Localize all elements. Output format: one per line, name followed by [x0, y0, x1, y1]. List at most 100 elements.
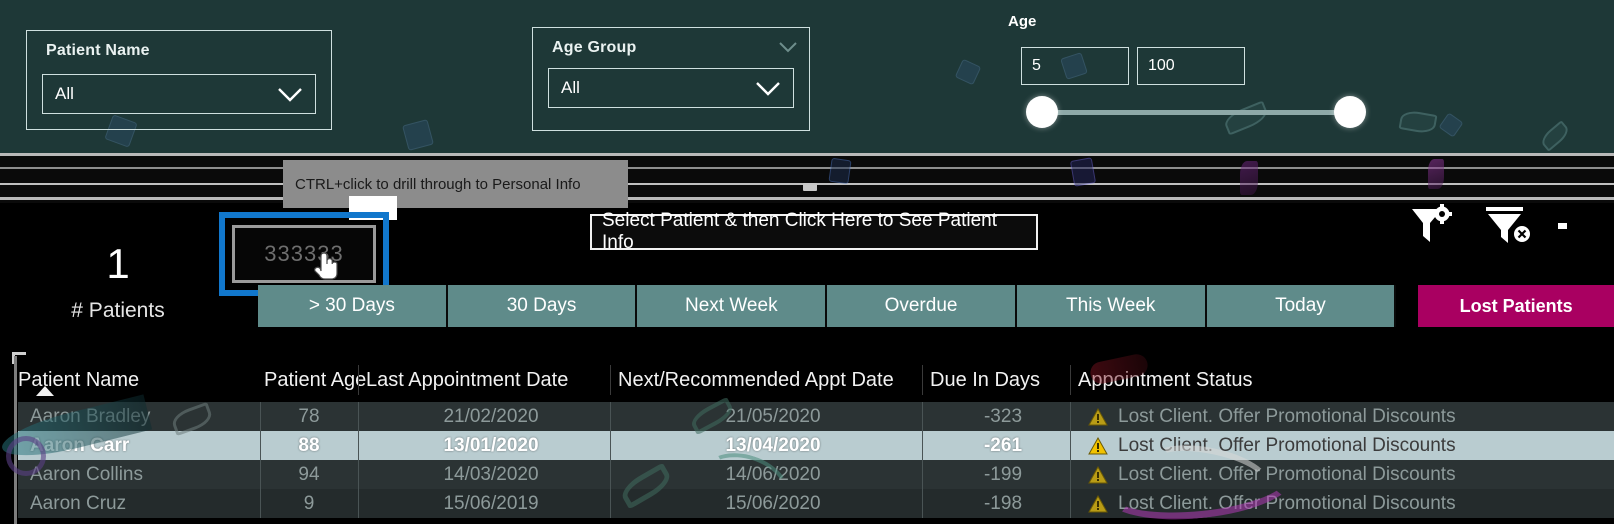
- nav-button-label: 30 Days: [506, 295, 577, 316]
- nav-button-label: This Week: [1066, 295, 1156, 316]
- cell-divider: [1070, 460, 1071, 489]
- table-header-row: Patient Name Patient Age Last Appointment …: [18, 358, 1614, 402]
- filter-band: Patient Name All Age Group All Age 5 100: [0, 0, 1614, 153]
- sort-ascending-icon[interactable]: [36, 386, 54, 396]
- patients-kpi-value: 1: [106, 240, 130, 287]
- nav-button-label: > 30 Days: [308, 295, 395, 316]
- chevron-down-icon: [755, 81, 781, 96]
- cell-divider: [922, 402, 923, 431]
- decorative-diamond-icon: [954, 58, 982, 86]
- cell-divider: [1070, 431, 1071, 460]
- clear-filter-icon[interactable]: [1483, 202, 1535, 253]
- decorative-leaf-icon: [1538, 120, 1572, 152]
- horizontal-scroll-band[interactable]: [0, 153, 1614, 203]
- cell-divider: [358, 489, 359, 518]
- cell-divider: [260, 431, 261, 460]
- cell-divider: [1070, 402, 1071, 431]
- nav-button-overdue[interactable]: Overdue: [827, 285, 1017, 327]
- dashboard-root: Patient Name All Age Group All Age 5 100: [0, 0, 1614, 524]
- column-header-last-appointment-date[interactable]: Last Appointment Date: [366, 369, 568, 392]
- nav-button-next-week[interactable]: Next Week: [637, 285, 828, 327]
- cell-appointment-status: Lost Client. Offer Promotional Discounts: [1078, 435, 1614, 457]
- nav-button-label: Next Week: [685, 295, 778, 316]
- age-group-collapse-icon[interactable]: [779, 40, 797, 56]
- table-row[interactable]: Aaron Collins 94 14/03/2020 14/06/2020 -199 L…: [18, 460, 1614, 489]
- cell-next-appt-date: 15/06/2020: [725, 492, 821, 514]
- warning-triangle-icon: [1088, 465, 1108, 483]
- status-text: Lost Client. Offer Promotional Discounts: [1118, 463, 1456, 485]
- warning-triangle-icon: [1088, 494, 1108, 512]
- decorative-shape: [1428, 159, 1444, 189]
- cell-last-appointment-date: 15/06/2019: [443, 492, 539, 514]
- decorative-diamond-icon: [1438, 112, 1464, 138]
- decorative-diamond-icon: [402, 119, 434, 151]
- nav-button-30-days[interactable]: 30 Days: [447, 285, 638, 327]
- warning-triangle-icon: [1088, 407, 1108, 425]
- decorative-diamond-icon: [828, 157, 852, 185]
- column-divider: [610, 365, 611, 395]
- filter-settings-icon[interactable]: [1408, 202, 1454, 253]
- cell-divider: [260, 489, 261, 518]
- table-row[interactable]: Aaron Cruz 9 15/06/2019 15/06/2020 -198 Lost …: [18, 489, 1614, 518]
- patients-kpi-label: # Patients: [71, 299, 165, 322]
- cell-appointment-status: Lost Client. Offer Promotional Discounts: [1078, 493, 1614, 515]
- hand-pointer-cursor: [314, 252, 338, 280]
- scrollbar-thumb[interactable]: [803, 183, 817, 191]
- patient-name-slicer-title: Patient Name: [46, 42, 150, 59]
- table-row[interactable]: Aaron Carr 88 13/01/2020 13/04/2020 -261 Lost…: [18, 431, 1614, 460]
- age-max-input[interactable]: 100: [1137, 47, 1245, 85]
- decorative-leaf-icon: [1398, 109, 1438, 135]
- cell-appointment-status: Lost Client. Offer Promotional Discounts: [1078, 464, 1614, 486]
- cell-divider: [610, 402, 611, 431]
- cell-patient-age: 9: [303, 492, 315, 514]
- column-header-patient-age[interactable]: Patient Age: [264, 369, 366, 392]
- more-options-icon[interactable]: [1556, 216, 1576, 241]
- age-slider-label: Age: [1008, 13, 1037, 30]
- cell-divider: [610, 460, 611, 489]
- age-group-dropdown[interactable]: All: [548, 68, 794, 108]
- cell-divider: [358, 402, 359, 431]
- appointment-filter-button-row: > 30 Days 30 Days Next Week Overdue This Wee…: [258, 285, 1614, 327]
- column-divider: [358, 365, 359, 395]
- cell-divider: [358, 431, 359, 460]
- cell-divider: [922, 431, 923, 460]
- age-min-input[interactable]: 5: [1021, 47, 1129, 85]
- nav-button-this-week[interactable]: This Week: [1016, 285, 1207, 327]
- cell-patient-age: 94: [298, 463, 320, 485]
- cell-appointment-status: Lost Client. Offer Promotional Discounts: [1078, 406, 1614, 428]
- age-slider-track[interactable]: [1044, 110, 1354, 115]
- age-group-selected-value: All: [561, 78, 580, 97]
- drillthrough-tooltip: CTRL+click to drill through to Personal …: [283, 160, 628, 208]
- status-text: Lost Client. Offer Promotional Discounts: [1118, 434, 1456, 456]
- cell-patient-name: Aaron Carr: [30, 434, 130, 456]
- table-row[interactable]: Aaron Bradley 78 21/02/2020 21/05/2020 -323 L…: [18, 402, 1614, 431]
- cell-divider: [1070, 489, 1071, 518]
- cell-last-appointment-date: 14/03/2020: [443, 463, 539, 485]
- chevron-down-icon: [277, 87, 303, 102]
- table-left-rail: [14, 356, 17, 524]
- age-slider-min-handle[interactable]: [1026, 96, 1058, 128]
- cell-patient-age: 88: [298, 434, 320, 456]
- nav-button-today[interactable]: Today: [1206, 285, 1397, 327]
- column-divider: [922, 365, 923, 395]
- age-group-slicer-title: Age Group: [552, 39, 637, 56]
- cell-next-appt-date: 13/04/2020: [725, 434, 821, 456]
- cell-divider: [922, 489, 923, 518]
- cell-next-appt-date: 14/06/2020: [725, 463, 821, 485]
- cell-divider: [922, 460, 923, 489]
- warning-triangle-icon: [1088, 436, 1108, 454]
- age-slider-max-handle[interactable]: [1334, 96, 1366, 128]
- column-header-next-recommended-appt-date[interactable]: Next/Recommended Appt Date: [618, 369, 894, 392]
- drillthrough-button[interactable]: 333333: [232, 225, 376, 283]
- nav-button-lost-patients[interactable]: Lost Patients: [1418, 285, 1614, 327]
- nav-button-30-days[interactable]: > 30 Days: [258, 285, 448, 327]
- column-header-due-in-days[interactable]: Due In Days: [930, 369, 1040, 392]
- cell-last-appointment-date: 21/02/2020: [443, 405, 539, 427]
- cell-due-in-days: -261: [983, 434, 1023, 456]
- patient-name-selected-value: All: [55, 84, 74, 103]
- column-header-appointment-status[interactable]: Appointment Status: [1078, 369, 1253, 392]
- cell-divider: [610, 489, 611, 518]
- decorative-diamond-icon: [1069, 157, 1097, 187]
- nav-button-label: Lost Patients: [1459, 295, 1573, 316]
- patient-name-dropdown[interactable]: All: [42, 74, 316, 114]
